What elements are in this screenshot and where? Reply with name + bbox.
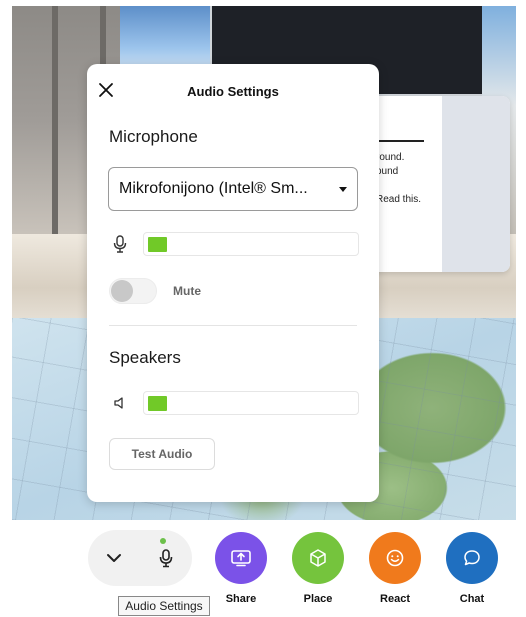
microphone-button[interactable] bbox=[140, 530, 192, 586]
microphone-level-meter bbox=[143, 232, 359, 256]
chat-label: Chat bbox=[459, 593, 485, 605]
speaker-level-meter bbox=[143, 391, 359, 415]
mic-active-indicator bbox=[160, 538, 166, 544]
microphone-level-row bbox=[111, 231, 359, 257]
place-label: Place bbox=[303, 593, 333, 605]
share-label: Share bbox=[225, 593, 257, 605]
screen-share-icon bbox=[231, 550, 251, 567]
info-card-line: ound bbox=[376, 166, 399, 177]
panel-title: Audio Settings bbox=[187, 84, 279, 99]
mute-label: Mute bbox=[173, 284, 201, 298]
section-divider bbox=[109, 325, 357, 326]
chevron-down-icon bbox=[107, 554, 121, 562]
smiley-icon bbox=[386, 549, 404, 567]
speaker-level-row bbox=[111, 390, 359, 416]
speakers-section-label: Speakers bbox=[109, 348, 181, 367]
microphone-icon bbox=[159, 549, 173, 568]
react-button[interactable] bbox=[369, 532, 421, 584]
caret-down-icon bbox=[339, 186, 347, 192]
react-label: React bbox=[380, 593, 410, 605]
share-button[interactable] bbox=[215, 532, 267, 584]
microphone-section-label: Microphone bbox=[109, 127, 198, 146]
microphone-icon bbox=[111, 235, 129, 253]
toggle-knob bbox=[111, 280, 133, 302]
audio-settings-chevron-button[interactable] bbox=[88, 530, 140, 586]
cube-icon bbox=[310, 549, 326, 567]
microphone-device-value: Mikrofonijono (Intel® Sm... bbox=[119, 180, 308, 197]
place-button[interactable] bbox=[292, 532, 344, 584]
test-audio-button[interactable]: Test Audio bbox=[109, 438, 215, 470]
speaker-level-fill bbox=[148, 396, 167, 411]
mic-controls-group bbox=[88, 530, 192, 586]
microphone-device-select[interactable]: Mikrofonijono (Intel® Sm... bbox=[108, 167, 358, 211]
microphone-level-fill bbox=[148, 237, 167, 252]
speaker-icon bbox=[111, 394, 129, 412]
chat-bubble-icon bbox=[464, 550, 480, 566]
info-card-line: round. bbox=[376, 152, 405, 163]
mute-toggle[interactable] bbox=[109, 278, 157, 304]
audio-settings-tooltip: Audio Settings bbox=[118, 596, 210, 616]
audio-settings-panel: Audio Settings Microphone Mikrofonijono … bbox=[87, 64, 379, 502]
scene-info-card: round. ound Read this. bbox=[360, 96, 510, 272]
info-card-line: Read this. bbox=[376, 194, 422, 205]
chat-button[interactable] bbox=[446, 532, 498, 584]
